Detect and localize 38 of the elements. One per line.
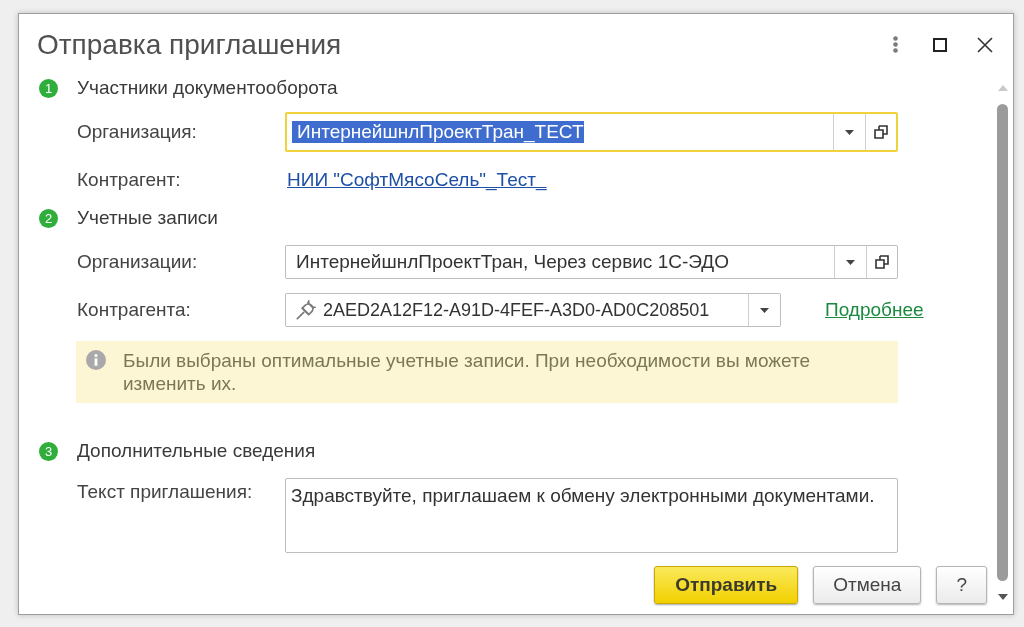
field-label: Текст приглашения:	[77, 480, 254, 503]
scrollbar-thumb[interactable]	[997, 104, 1008, 581]
select-field[interactable]: ИнтернейшнлПроектТран, Через сервис 1С-ЭДО	[285, 245, 898, 279]
section-title: Дополнительные сведения	[77, 440, 316, 462]
dialog-button[interactable]: ?	[936, 566, 987, 604]
scroll-down-icon	[997, 594, 1008, 600]
section-title: Учетные записи	[77, 207, 218, 229]
counterparty-link[interactable]: НИИ "СофтМясоСель"_Тест_	[285, 169, 547, 191]
overlapping-squares-icon	[875, 255, 889, 269]
info-icon	[86, 350, 106, 370]
text-area[interactable]: Здравствуйте, приглашаем к обмену электронными документами.	[285, 478, 898, 553]
plug-icon	[295, 299, 317, 321]
step-number: 3	[39, 441, 58, 461]
caret-icon	[760, 307, 769, 313]
caret-icon	[846, 259, 855, 265]
step-number: 2	[39, 208, 58, 228]
dialog-button[interactable]: Отмена	[813, 566, 922, 604]
field-label: Организации:	[77, 251, 199, 273]
send-button[interactable]: Отправить	[654, 566, 799, 604]
field-value: ИнтернейшнлПроектТран, Через сервис 1С-ЭДО	[295, 251, 729, 273]
field-label: Контрагента:	[77, 299, 192, 321]
section-title: Участники документооборота	[77, 77, 338, 99]
select-field[interactable]: 2AED2A12F12-A91D-4FEF-A3D0-AD0C208501	[285, 293, 781, 327]
field-label: Контрагент:	[77, 169, 182, 191]
note-text: Были выбраны оптимальные учетные записи. При необходимости вы можете изменить их.	[123, 349, 811, 395]
step-number: 1	[39, 78, 58, 98]
field-label: Организация:	[77, 121, 198, 143]
select-field[interactable]: ИнтернейшнлПроектТран_ТЕСТ	[285, 112, 898, 152]
overlapping-squares-icon	[874, 125, 888, 139]
field-value: ИнтернейшнлПроектТран_ТЕСТ	[292, 121, 584, 143]
caret-icon	[845, 129, 854, 135]
maximize-icon	[933, 37, 947, 52]
window-title: Отправка приглашения	[37, 28, 342, 61]
scroll-up-icon	[997, 85, 1008, 91]
field-value: 2AED2A12F12-A91D-4FEF-A3D0-AD0C208501	[323, 299, 711, 321]
close-icon	[977, 36, 993, 53]
more-icon	[892, 36, 898, 53]
details-link[interactable]: Подробнее	[825, 299, 924, 321]
